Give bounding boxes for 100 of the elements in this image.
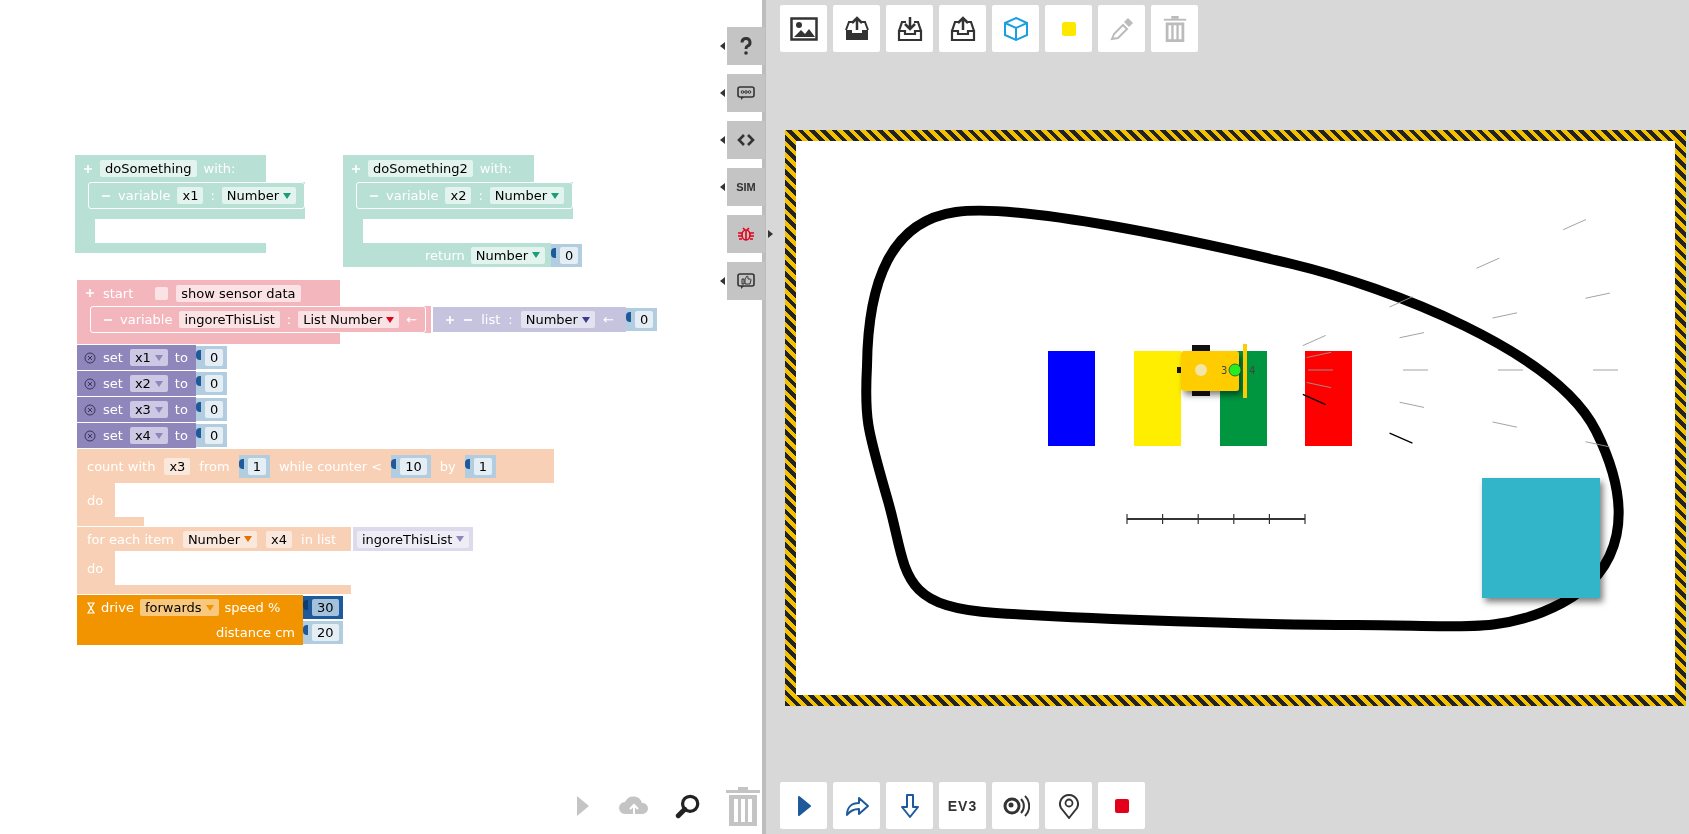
variable-name[interactable]: x1	[177, 187, 204, 204]
variable-name[interactable]: x3	[164, 457, 191, 475]
help-tab[interactable]	[727, 27, 765, 65]
block-label: :	[210, 188, 215, 203]
dropdown-arrow-icon	[154, 354, 163, 361]
set-block[interactable]: set x3 to	[77, 397, 196, 422]
block-label: list	[481, 312, 501, 327]
for-each-block-header[interactable]: for each item Number x4 in list	[77, 527, 351, 551]
sound-icon	[1001, 792, 1030, 819]
chat-tab[interactable]	[727, 74, 765, 112]
number-input[interactable]: 30	[303, 596, 343, 619]
block-label: set	[103, 350, 123, 365]
number-input[interactable]: 0	[551, 243, 583, 267]
count-block-header[interactable]: count with x3 from 1 while counter < 10 by 1	[77, 449, 554, 483]
procedure-header[interactable]: doSomething with:	[75, 155, 266, 182]
variable-dropdown[interactable]: x3	[129, 401, 168, 418]
number-input[interactable]: 10	[391, 454, 431, 478]
variable-name[interactable]: ingoreThisList	[179, 311, 280, 328]
set-block[interactable]: set x1 to	[77, 345, 196, 370]
list-variable-dropdown[interactable]: ingoreThisList	[353, 527, 474, 551]
download-tray-icon	[895, 15, 924, 42]
block-label: variable	[386, 188, 439, 203]
block-label: :	[508, 312, 513, 327]
variable-dropdown[interactable]: x1	[129, 349, 168, 366]
dropdown-arrow-icon	[154, 432, 163, 439]
close-icon[interactable]	[84, 351, 96, 364]
block-label: to	[174, 376, 188, 391]
variable-dropdown[interactable]: x2	[129, 375, 168, 392]
number-input[interactable]: 20	[303, 621, 343, 644]
type-dropdown[interactable]: Number	[489, 187, 565, 204]
checkbox-label: show sensor data	[176, 284, 301, 302]
drive-block[interactable]: drive forwards speed %	[77, 595, 303, 620]
import-button[interactable]	[939, 5, 986, 52]
number-input[interactable]: 0	[625, 308, 658, 331]
number-input[interactable]: 0	[195, 424, 228, 447]
block-label: do	[87, 560, 104, 576]
download-button[interactable]	[886, 782, 933, 829]
dropdown-arrow-icon	[386, 316, 395, 323]
number-input[interactable]: 0	[195, 372, 228, 395]
variable-declaration[interactable]: variable ingoreThisList : List Number ←	[77, 306, 432, 333]
port-label: 4	[1249, 365, 1256, 376]
procedure-header[interactable]: doSomething2 with:	[343, 155, 534, 182]
start-block-header[interactable]: start show sensor data	[77, 280, 340, 306]
block-label: :	[478, 188, 483, 203]
upload-button[interactable]	[833, 5, 880, 52]
zoom-icon[interactable]	[675, 793, 701, 819]
variable-name[interactable]: x2	[445, 187, 472, 204]
block-label: to	[174, 402, 188, 417]
parameter-row[interactable]: variable x2 : Number	[343, 182, 574, 219]
checkbox[interactable]	[155, 286, 169, 300]
block-label: speed %	[224, 600, 281, 615]
block-label: do	[87, 492, 104, 508]
procedure-name[interactable]: doSomething2	[368, 160, 473, 177]
feedback-tab[interactable]	[727, 262, 765, 300]
close-icon[interactable]	[84, 403, 96, 416]
debug-tab[interactable]	[727, 215, 765, 253]
type-dropdown[interactable]: Number	[221, 187, 297, 204]
color-button[interactable]	[1045, 5, 1092, 52]
number-input[interactable]: 0	[195, 346, 228, 369]
dropdown-arrow-icon	[205, 604, 214, 611]
code-tab[interactable]	[727, 121, 765, 159]
image-button[interactable]	[780, 5, 827, 52]
dropdown-arrow-icon	[283, 192, 292, 199]
block-label: set	[103, 402, 123, 417]
number-input[interactable]: 1	[464, 454, 496, 478]
number-input[interactable]: 1	[238, 454, 270, 478]
simulation-tab[interactable]: SIM	[727, 168, 765, 206]
close-icon[interactable]	[84, 429, 96, 442]
block-label: in list	[301, 531, 337, 547]
procedure-name[interactable]: doSomething	[100, 160, 197, 177]
close-icon[interactable]	[84, 377, 96, 390]
list-block[interactable]: list : Number ←	[433, 307, 626, 332]
download-button[interactable]	[886, 5, 933, 52]
block-label: to	[174, 350, 188, 365]
robot-button[interactable]: EV3	[939, 782, 986, 829]
direction-dropdown[interactable]: forwards	[139, 599, 219, 616]
play-button[interactable]	[780, 782, 827, 829]
stop-button[interactable]	[1098, 782, 1145, 829]
block-label: to	[174, 428, 188, 443]
set-block[interactable]: set x2 to	[77, 371, 196, 396]
sound-button[interactable]	[992, 782, 1039, 829]
variable-dropdown[interactable]: x4	[129, 427, 168, 444]
cube-button[interactable]	[992, 5, 1039, 52]
dropdown-arrow-icon	[581, 316, 590, 323]
hourglass-icon	[87, 601, 95, 614]
type-dropdown[interactable]: Number	[470, 246, 545, 264]
variable-name[interactable]: x4	[266, 530, 293, 548]
number-input[interactable]: 0	[195, 398, 228, 421]
type-dropdown[interactable]: Number	[520, 311, 595, 328]
block-label: variable	[118, 188, 171, 203]
parameter-row[interactable]: variable x1 : Number	[75, 182, 306, 219]
set-block[interactable]: set x4 to	[77, 423, 196, 448]
block-label: with:	[203, 161, 236, 176]
share-button[interactable]	[833, 782, 880, 829]
block-label: drive	[101, 600, 134, 615]
type-dropdown[interactable]: List Number	[298, 311, 400, 328]
cube-icon	[1001, 15, 1030, 42]
type-dropdown[interactable]: Number	[182, 530, 258, 548]
pin-button[interactable]	[1045, 782, 1092, 829]
upload-icon	[842, 15, 871, 42]
